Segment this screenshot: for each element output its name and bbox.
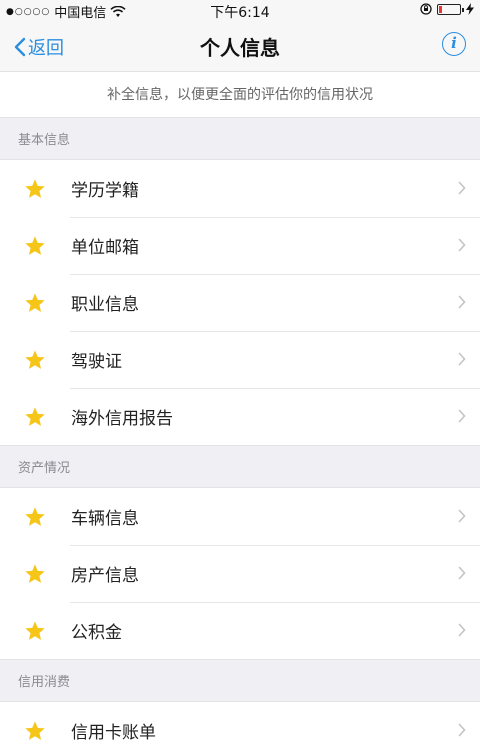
list-item-label: 房产信息	[71, 566, 139, 586]
list-item[interactable]: 单位邮箱	[0, 217, 480, 274]
section-header: 资产情况	[18, 461, 71, 476]
list-item[interactable]: 海外信用报告	[0, 388, 480, 445]
status-bar: ●○○○○ 中国电信 下午6:14	[0, 0, 480, 21]
chevron-right-icon	[458, 723, 466, 737]
section-group: 信用卡账单	[0, 701, 480, 754]
list-item[interactable]: 房产信息	[0, 545, 480, 602]
list-item-label: 学历学籍	[71, 181, 139, 201]
list-item-label: 信用卡账单	[71, 723, 156, 743]
list-item[interactable]: 职业信息	[0, 274, 480, 331]
chevron-right-icon	[458, 295, 466, 309]
notice-banner: 补全信息，以便更全面的评估你的信用状况	[0, 72, 480, 118]
list-item-label: 职业信息	[71, 295, 139, 315]
list-item[interactable]: 学历学籍	[0, 160, 480, 217]
star-icon	[25, 507, 45, 526]
list-item-label: 海外信用报告	[71, 409, 173, 429]
charging-icon	[466, 3, 474, 15]
list-item-label: 车辆信息	[71, 509, 139, 529]
navigation-bar: 返回 个人信息 i	[0, 20, 480, 72]
chevron-right-icon	[458, 238, 466, 252]
chevron-right-icon	[458, 566, 466, 580]
chevron-right-icon	[458, 352, 466, 366]
chevron-right-icon	[458, 623, 466, 637]
chevron-right-icon	[458, 181, 466, 195]
star-icon	[25, 721, 45, 740]
rotation-lock-icon	[420, 3, 432, 15]
list-item-label: 公积金	[71, 623, 122, 643]
star-icon	[25, 236, 45, 255]
star-icon	[25, 564, 45, 583]
section-header: 基本信息	[18, 133, 71, 148]
section-header: 信用消费	[18, 675, 71, 690]
list-item-label: 驾驶证	[71, 352, 122, 372]
chevron-right-icon	[458, 409, 466, 423]
star-icon	[25, 350, 45, 369]
sections-container: 基本信息学历学籍单位邮箱职业信息驾驶证海外信用报告资产情况车辆信息房产信息公积金…	[0, 118, 480, 754]
star-icon	[25, 621, 45, 640]
star-icon	[25, 293, 45, 312]
info-button[interactable]: i	[442, 32, 466, 56]
status-right	[420, 3, 474, 15]
battery-icon	[437, 3, 464, 15]
star-icon	[25, 179, 45, 198]
list-item[interactable]: 驾驶证	[0, 331, 480, 388]
list-item[interactable]: 信用卡账单	[0, 702, 480, 754]
status-time: 下午6:14	[210, 5, 270, 21]
list-item[interactable]: 公积金	[0, 602, 480, 659]
list-item-label: 单位邮箱	[71, 238, 139, 258]
section-group: 学历学籍单位邮箱职业信息驾驶证海外信用报告	[0, 159, 480, 446]
star-icon	[25, 407, 45, 426]
section-group: 车辆信息房产信息公积金	[0, 487, 480, 660]
page-title: 个人信息	[200, 36, 280, 60]
chevron-right-icon	[458, 509, 466, 523]
list-item[interactable]: 车辆信息	[0, 488, 480, 545]
